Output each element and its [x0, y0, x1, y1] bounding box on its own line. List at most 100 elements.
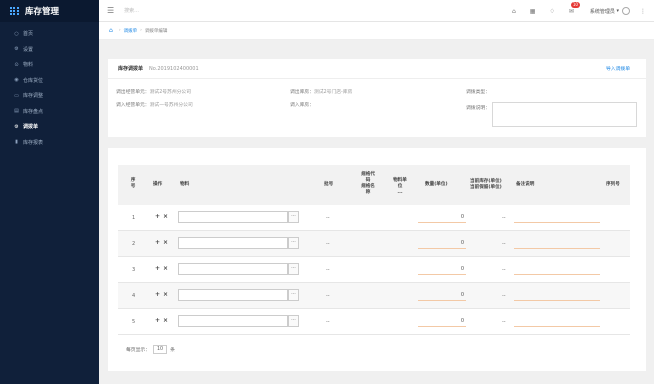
material-picker-button[interactable]: ··· — [288, 237, 299, 249]
quantity-input[interactable]: 0 — [418, 211, 466, 223]
sidebar-item-label: 库存调整 — [23, 93, 44, 100]
brand[interactable]: 库存管理 — [0, 0, 99, 22]
app-title: 库存管理 — [25, 7, 60, 17]
table-row: 4 + × ··· -- 0 -- — [118, 283, 630, 309]
sidebar-item-6[interactable]: ⚙ 调拨单 — [0, 119, 99, 135]
add-row-icon[interactable]: + — [155, 213, 160, 220]
avatar — [622, 7, 630, 15]
note-input[interactable] — [514, 237, 600, 249]
material-picker-button[interactable]: ··· — [288, 211, 299, 223]
row-actions: + × — [155, 239, 171, 246]
out-warehouse-value[interactable]: 测试2号门店-库房 — [314, 90, 352, 95]
note-input[interactable] — [514, 315, 600, 327]
row-actions: + × — [155, 265, 171, 272]
pager-suffix: 条 — [170, 348, 175, 353]
delete-row-icon[interactable]: × — [163, 265, 168, 272]
table-row: 3 + × ··· -- 0 -- — [118, 257, 630, 283]
in-unit-value[interactable]: 测试一号苏州分公司 — [150, 103, 193, 108]
out-warehouse-label: 调出库房： — [290, 90, 314, 95]
card-header: 库存调拨单 No.2019102400001 导入调拨单 — [108, 59, 646, 79]
home-icon[interactable]: ⌂ — [512, 8, 516, 15]
breadcrumb-current: 调拨单编辑 — [144, 28, 168, 34]
add-row-icon[interactable]: + — [155, 317, 160, 324]
material-input[interactable] — [178, 315, 288, 327]
more-vertical-icon[interactable]: ⋮ — [640, 8, 646, 15]
col-note: 备注说明 — [516, 182, 535, 187]
col-stock: 当前库存(单位) 当前保留(单位) — [470, 179, 502, 190]
row-batch: -- — [326, 215, 330, 221]
material-input[interactable] — [178, 289, 288, 301]
page-size-select[interactable]: 10 — [153, 345, 168, 354]
row-stock: -- — [502, 215, 506, 221]
search-input[interactable]: 搜索... — [124, 7, 139, 14]
sidebar-item-1[interactable]: ⚙ 设置 — [0, 42, 99, 58]
row-actions: + × — [155, 317, 171, 324]
quantity-input[interactable]: 0 — [418, 237, 466, 249]
sidebar-item-2[interactable]: ⊙ 物料 — [0, 57, 99, 73]
form-title: 库存调拨单 — [118, 66, 144, 72]
count-icon: ▤ — [14, 108, 19, 115]
note-input[interactable] — [514, 289, 600, 301]
breadcrumb: ⌂ › 调拨单 › 调拨单编辑 — [99, 22, 654, 40]
row-seq: 4 — [132, 293, 136, 299]
quantity-input[interactable]: 0 — [418, 315, 466, 327]
breadcrumb-link[interactable]: 调拨单 — [124, 28, 138, 34]
sidebar-item-label: 库存盘点 — [23, 108, 44, 115]
import-button[interactable]: 导入调拨单 — [606, 65, 630, 72]
sidebar-item-5[interactable]: ▤ 库存盘点 — [0, 104, 99, 120]
material-picker-button[interactable]: ··· — [288, 263, 299, 275]
out-unit-value[interactable]: 测试2号苏州分公司 — [150, 90, 191, 95]
sidebar-item-3[interactable]: ◉ 仓库货位 — [0, 73, 99, 89]
sidebar-item-4[interactable]: ▭ 库存调整 — [0, 88, 99, 104]
box-icon: ⊙ — [14, 61, 19, 68]
menu-toggle-icon[interactable]: ☰ — [107, 6, 114, 15]
in-warehouse-field: 调入库房： — [290, 101, 314, 108]
material-input[interactable] — [178, 211, 288, 223]
detail-table-card: 序 号 操作 物料 批号 规格代 码 规格名 称 物料单 位 ... 数量(单位… — [108, 148, 646, 371]
home-icon[interactable]: ⌂ — [109, 27, 113, 34]
chart-icon: ▮ — [15, 139, 18, 146]
sidebar-item-7[interactable]: ▮ 库存报表 — [0, 135, 99, 151]
row-actions: + × — [155, 213, 171, 220]
message-icon[interactable]: ✉ 10 — [569, 1, 580, 15]
user-name: 系统管理员 — [589, 8, 615, 15]
row-batch: -- — [326, 267, 330, 273]
material-input[interactable] — [178, 263, 288, 275]
material-picker-button[interactable]: ··· — [288, 289, 299, 301]
sidebar-item-0[interactable]: ○ 首页 — [0, 26, 99, 42]
add-row-icon[interactable]: + — [155, 239, 160, 246]
sidebar-item-label: 库存报表 — [23, 139, 44, 146]
row-seq: 3 — [132, 267, 136, 273]
material-picker-button[interactable]: ··· — [288, 315, 299, 327]
row-stock: -- — [502, 267, 506, 273]
quantity-input[interactable]: 0 — [418, 263, 466, 275]
note-input[interactable] — [514, 263, 600, 275]
row-actions: + × — [155, 291, 171, 298]
remark-textarea[interactable] — [492, 102, 637, 127]
delete-row-icon[interactable]: × — [163, 239, 168, 246]
user-menu[interactable]: 系统管理员 ▾ — [590, 7, 630, 15]
form-number: No.2019102400001 — [149, 65, 199, 72]
delete-row-icon[interactable]: × — [163, 213, 168, 220]
bell-icon[interactable]: ♢ — [549, 8, 554, 15]
app-grid-icon — [10, 6, 19, 16]
delete-row-icon[interactable]: × — [163, 291, 168, 298]
row-batch: -- — [326, 319, 330, 325]
row-stock: -- — [502, 319, 506, 325]
quantity-input[interactable]: 0 — [418, 289, 466, 301]
col-unit: 物料单 位 ... — [393, 178, 407, 195]
grid-icon[interactable]: ▦ — [530, 8, 536, 15]
table-row: 5 + × ··· -- 0 -- — [118, 309, 630, 335]
material-input[interactable] — [178, 237, 288, 249]
row-stock: -- — [502, 241, 506, 247]
breadcrumb-separator: › — [118, 28, 121, 33]
sidebar: 库存管理 ○ 首页 ⚙ 设置 ⊙ 物料 ◉ 仓库货位 ▭ 库存调整 ▤ 库存盘点 ⚙ 调拨单 ▮ 库存报表 — [0, 0, 99, 384]
col-serial: 序列号 — [606, 182, 620, 187]
sidebar-item-label: 调拨单 — [23, 124, 39, 131]
add-row-icon[interactable]: + — [155, 291, 160, 298]
row-seq: 1 — [132, 215, 136, 221]
note-input[interactable] — [514, 211, 600, 223]
add-row-icon[interactable]: + — [155, 265, 160, 272]
delete-row-icon[interactable]: × — [163, 317, 168, 324]
row-batch: -- — [326, 293, 330, 299]
